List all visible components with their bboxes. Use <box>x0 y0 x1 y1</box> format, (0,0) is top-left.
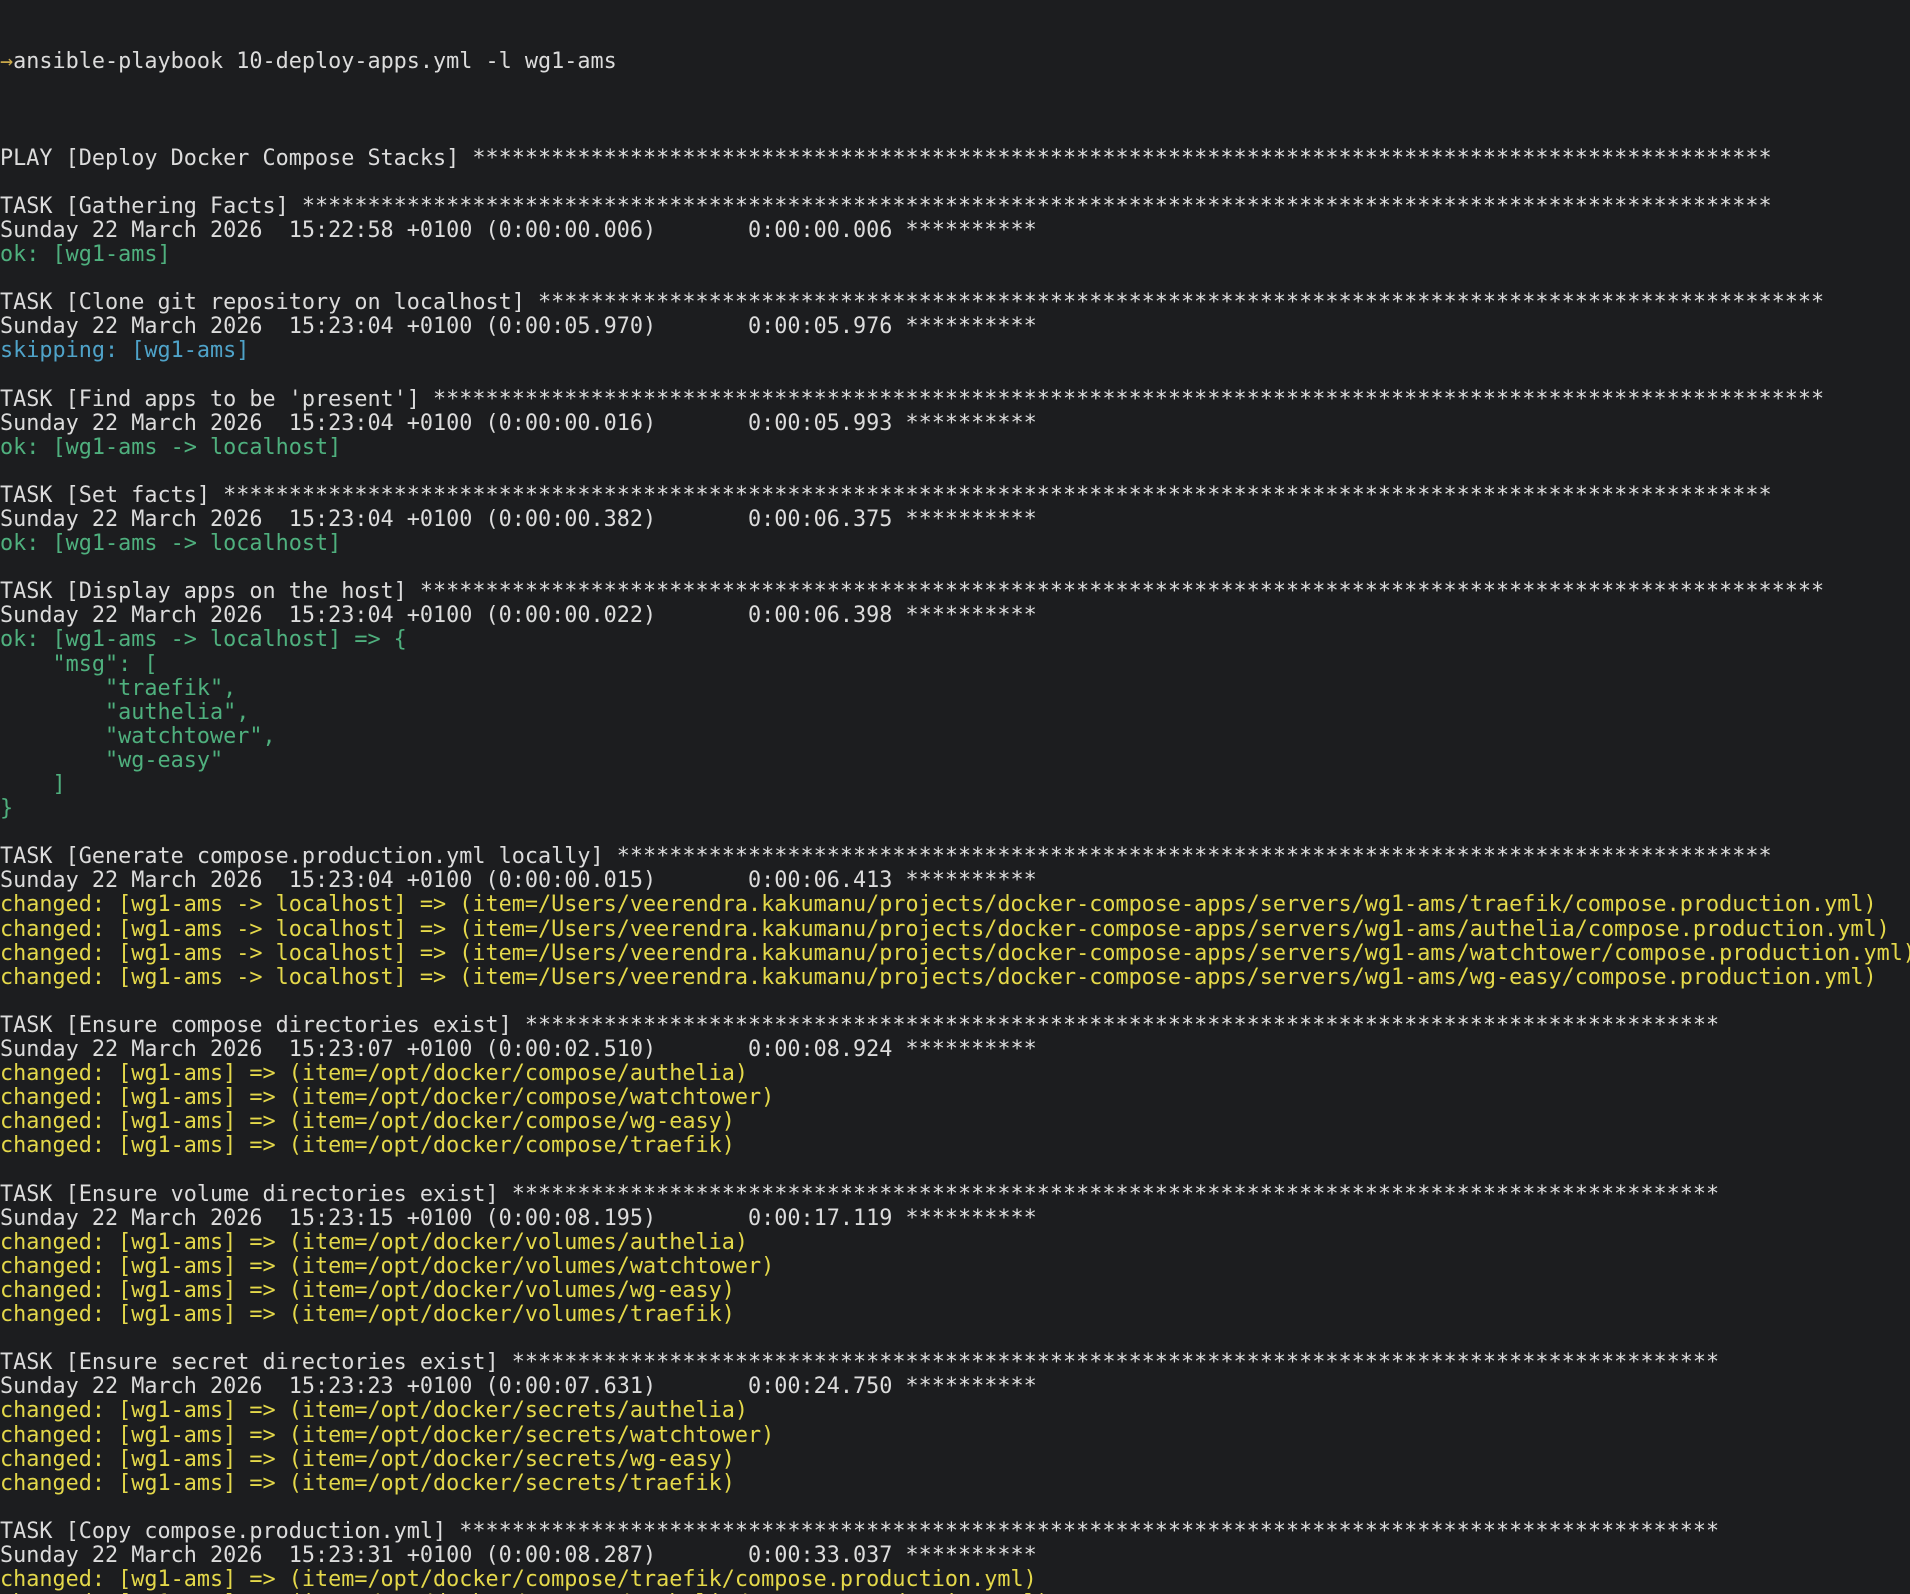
status-changed-line: changed: [wg1-ams] => (item=/opt/docker/… <box>0 1398 749 1424</box>
status-changed-line: changed: [wg1-ams -> localhost] => (item… <box>0 964 1877 990</box>
task-header: TASK [Copy compose.production.yml] *****… <box>0 1518 1720 1544</box>
status-changed-line: changed: [wg1-ams] => (item=/opt/docker/… <box>0 1061 749 1087</box>
status-changed-line: changed: [wg1-ams -> localhost] => (item… <box>0 916 1890 942</box>
task-header: TASK [Gathering Facts] *****************… <box>0 193 1772 219</box>
status-ok-line: "traefik", <box>0 675 237 701</box>
status-ok-line: "watchtower", <box>0 723 276 749</box>
status-changed-line: changed: [wg1-ams] => (item=/opt/docker/… <box>0 1109 735 1135</box>
status-ok-line: "msg": [ <box>0 651 158 677</box>
timing-line: Sunday 22 March 2026 15:22:58 +0100 (0:0… <box>0 217 1037 243</box>
status-ok-line: ok: [wg1-ams] <box>0 241 171 267</box>
timing-line: Sunday 22 March 2026 15:23:04 +0100 (0:0… <box>0 868 1037 894</box>
status-changed-line: changed: [wg1-ams] => (item=/opt/docker/… <box>0 1133 735 1159</box>
timing-line: Sunday 22 March 2026 15:23:04 +0100 (0:0… <box>0 314 1037 340</box>
task-header: TASK [Generate compose.production.yml lo… <box>0 844 1772 870</box>
task-header: TASK [Ensure volume directories exist] *… <box>0 1181 1720 1207</box>
status-skipping-line: skipping: [wg1-ams] <box>0 338 250 364</box>
timing-line: Sunday 22 March 2026 15:23:04 +0100 (0:0… <box>0 506 1037 532</box>
log-lines: PLAY [Deploy Docker Compose Stacks] ****… <box>0 122 1910 1594</box>
prompt-arrow-icon: → <box>0 49 14 75</box>
timing-line: Sunday 22 March 2026 15:23:15 +0100 (0:0… <box>0 1205 1037 1231</box>
timing-line: Sunday 22 March 2026 15:23:23 +0100 (0:0… <box>0 1374 1037 1400</box>
status-changed-line: changed: [wg1-ams] => (item=/opt/docker/… <box>0 1446 735 1472</box>
timing-line: Sunday 22 March 2026 15:23:07 +0100 (0:0… <box>0 1037 1037 1063</box>
status-changed-line: changed: [wg1-ams] => (item=/opt/docker/… <box>0 1277 735 1303</box>
task-header: TASK [Find apps to be 'present'] *******… <box>0 386 1825 412</box>
command-text: ansible-playbook 10-deploy-apps.yml -l w… <box>13 49 617 75</box>
task-header: TASK [Set facts] ***********************… <box>0 482 1772 508</box>
status-ok-line: } <box>0 796 14 822</box>
status-changed-line: changed: [wg1-ams -> localhost] => (item… <box>0 892 1877 918</box>
task-header: TASK [Ensure secret directories exist] *… <box>0 1350 1720 1376</box>
status-changed-line: changed: [wg1-ams] => (item=/opt/docker/… <box>0 1567 1037 1593</box>
command-prompt-line: →ansible-playbook 10-deploy-apps.yml -l … <box>0 50 1910 74</box>
status-ok-line: ] <box>0 772 66 797</box>
status-ok-line: ok: [wg1-ams -> localhost] <box>0 531 342 557</box>
status-ok-line: ok: [wg1-ams -> localhost] => { <box>0 627 407 653</box>
timing-line: Sunday 22 March 2026 15:23:04 +0100 (0:0… <box>0 603 1037 629</box>
status-changed-line: changed: [wg1-ams] => (item=/opt/docker/… <box>0 1302 735 1328</box>
status-changed-line: changed: [wg1-ams] => (item=/opt/docker/… <box>0 1229 749 1255</box>
timing-line: Sunday 22 March 2026 15:23:04 +0100 (0:0… <box>0 410 1037 436</box>
timing-line: Sunday 22 March 2026 15:23:31 +0100 (0:0… <box>0 1543 1037 1568</box>
status-changed-line: changed: [wg1-ams] => (item=/opt/docker/… <box>0 1085 775 1111</box>
status-ok-line: "wg-easy" <box>0 747 224 773</box>
task-header: TASK [Display apps on the host] ********… <box>0 579 1825 605</box>
task-header: TASK [Clone git repository on localhost]… <box>0 290 1825 316</box>
task-header: TASK [Ensure compose directories exist] … <box>0 1012 1720 1038</box>
status-changed-line: changed: [wg1-ams] => (item=/opt/docker/… <box>0 1470 735 1496</box>
status-changed-line: changed: [wg1-ams -> localhost] => (item… <box>0 940 1910 966</box>
status-ok-line: ok: [wg1-ams -> localhost] <box>0 434 342 460</box>
status-changed-line: changed: [wg1-ams] => (item=/opt/docker/… <box>0 1253 775 1279</box>
task-header: PLAY [Deploy Docker Compose Stacks] ****… <box>0 145 1772 171</box>
terminal-output[interactable]: →ansible-playbook 10-deploy-apps.yml -l … <box>0 0 1910 1594</box>
status-ok-line: "authelia", <box>0 699 250 725</box>
status-changed-line: changed: [wg1-ams] => (item=/opt/docker/… <box>0 1422 775 1448</box>
